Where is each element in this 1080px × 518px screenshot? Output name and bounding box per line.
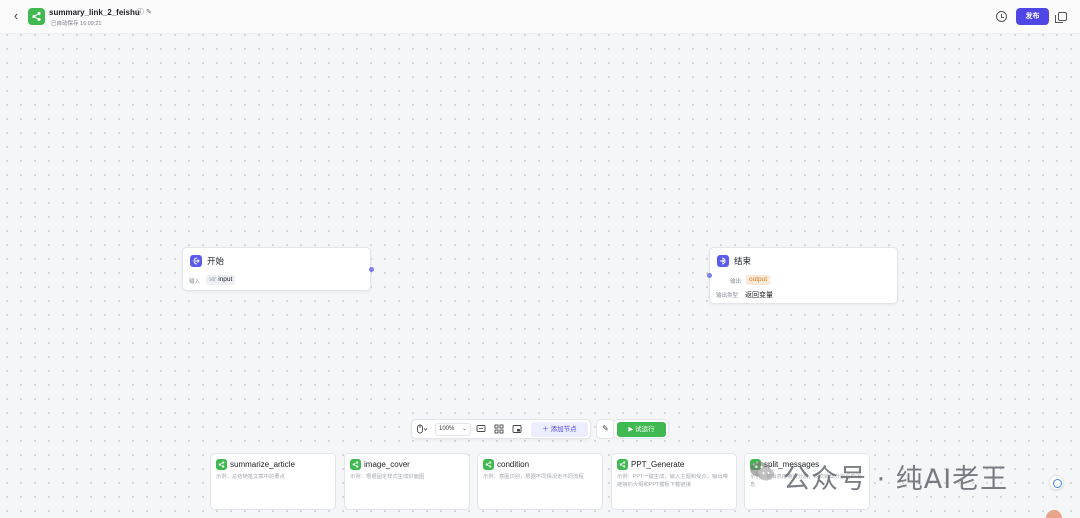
avatar[interactable]	[1046, 510, 1062, 518]
minimap-icon[interactable]	[512, 424, 522, 438]
chevron-down-icon: ⌄	[461, 426, 467, 432]
mouse-mode-icon[interactable]	[416, 424, 428, 439]
workflow-icon	[617, 459, 628, 470]
end-input-port[interactable]	[707, 273, 712, 278]
end-output-type-value: 返回变量	[745, 292, 773, 299]
template-card-ppt-generate[interactable]: PPT_Generate 示例：PPT一键生成，输入主题和受众，输出带链接的大纲…	[611, 453, 737, 510]
end-output-type-label: 输出类型	[716, 293, 739, 299]
start-input-label: 输入	[189, 279, 201, 285]
workflow-icon	[483, 459, 494, 470]
end-output-tag: output	[746, 275, 771, 285]
copy-icon[interactable]	[1055, 12, 1067, 23]
template-card-condition[interactable]: condition 示例：意图识别，根据不同情况走不同流程	[477, 453, 603, 510]
input-name: input	[218, 276, 233, 283]
wechat-icon	[750, 461, 774, 481]
end-node-title: 结束	[734, 256, 752, 266]
template-title: summarize_article	[230, 460, 295, 469]
test-run-label: 试运行	[635, 426, 655, 433]
history-icon[interactable]	[996, 11, 1007, 22]
zoom-value: 100%	[439, 426, 455, 432]
test-run-button[interactable]: ▶ 试运行	[617, 422, 666, 437]
publish-button[interactable]: 发布	[1016, 8, 1049, 25]
comment-icon[interactable]	[476, 424, 486, 438]
help-icon[interactable]	[1049, 475, 1064, 490]
back-icon[interactable]: ‹	[9, 9, 23, 23]
plus-icon: ＋	[542, 426, 551, 433]
info-icon[interactable]: ⓘ	[137, 8, 144, 17]
end-node-icon	[717, 255, 729, 267]
workflow-icon	[216, 459, 227, 470]
template-card-image-cover[interactable]: image_cover 示例：根据固定样式生成封面图	[344, 453, 470, 510]
template-card-summarize-article[interactable]: summarize_article 示例：总结随笔文章中的要点	[210, 453, 336, 510]
end-output-label: 输出	[730, 279, 742, 285]
template-desc: 示例：意图识别，根据不同情况走不同流程	[483, 474, 584, 480]
template-title: condition	[497, 460, 530, 469]
start-node[interactable]: 开始 输入 str input	[182, 247, 371, 291]
workflow-icon	[350, 459, 361, 470]
end-node[interactable]: 结束 输出 output 输出类型 返回变量	[709, 247, 898, 304]
template-desc: 示例：PPT一键生成，输入主题和受众，输出带链接的大纲和PPT模板下载链接	[617, 474, 728, 488]
start-node-icon	[190, 255, 202, 267]
template-title: image_cover	[364, 460, 410, 469]
start-output-port[interactable]	[369, 267, 374, 272]
top-header: ‹ summary_link_2_feishu ⓘ ✎ 已自动保存 16:09:…	[0, 0, 1080, 34]
watermark-text: 公众号 · 纯AI老王	[783, 464, 1009, 495]
save-status: 已自动保存 16:09:21	[51, 21, 102, 27]
add-node-button[interactable]: ＋ 添加节点	[531, 422, 588, 437]
template-desc: 示例：根据固定样式生成封面图	[350, 474, 425, 480]
start-node-title: 开始	[207, 256, 225, 266]
app-logo-icon	[28, 8, 45, 25]
add-node-label: 添加节点	[550, 426, 577, 433]
template-title: PPT_Generate	[631, 460, 685, 469]
layout-icon[interactable]	[494, 424, 504, 438]
zoom-select[interactable]: 100% ⌄	[435, 423, 471, 436]
run-container: ▶ 试运行	[613, 419, 669, 439]
workflow-title: summary_link_2_feishu	[49, 8, 140, 17]
template-desc: 示例：总结随笔文章中的要点	[216, 474, 285, 480]
canvas-toolbar: 100% ⌄ ＋ 添加节点	[411, 419, 591, 439]
input-type: str	[209, 276, 217, 283]
edit-icon[interactable]: ✎	[146, 8, 152, 17]
start-input-tag: str input	[206, 275, 236, 285]
